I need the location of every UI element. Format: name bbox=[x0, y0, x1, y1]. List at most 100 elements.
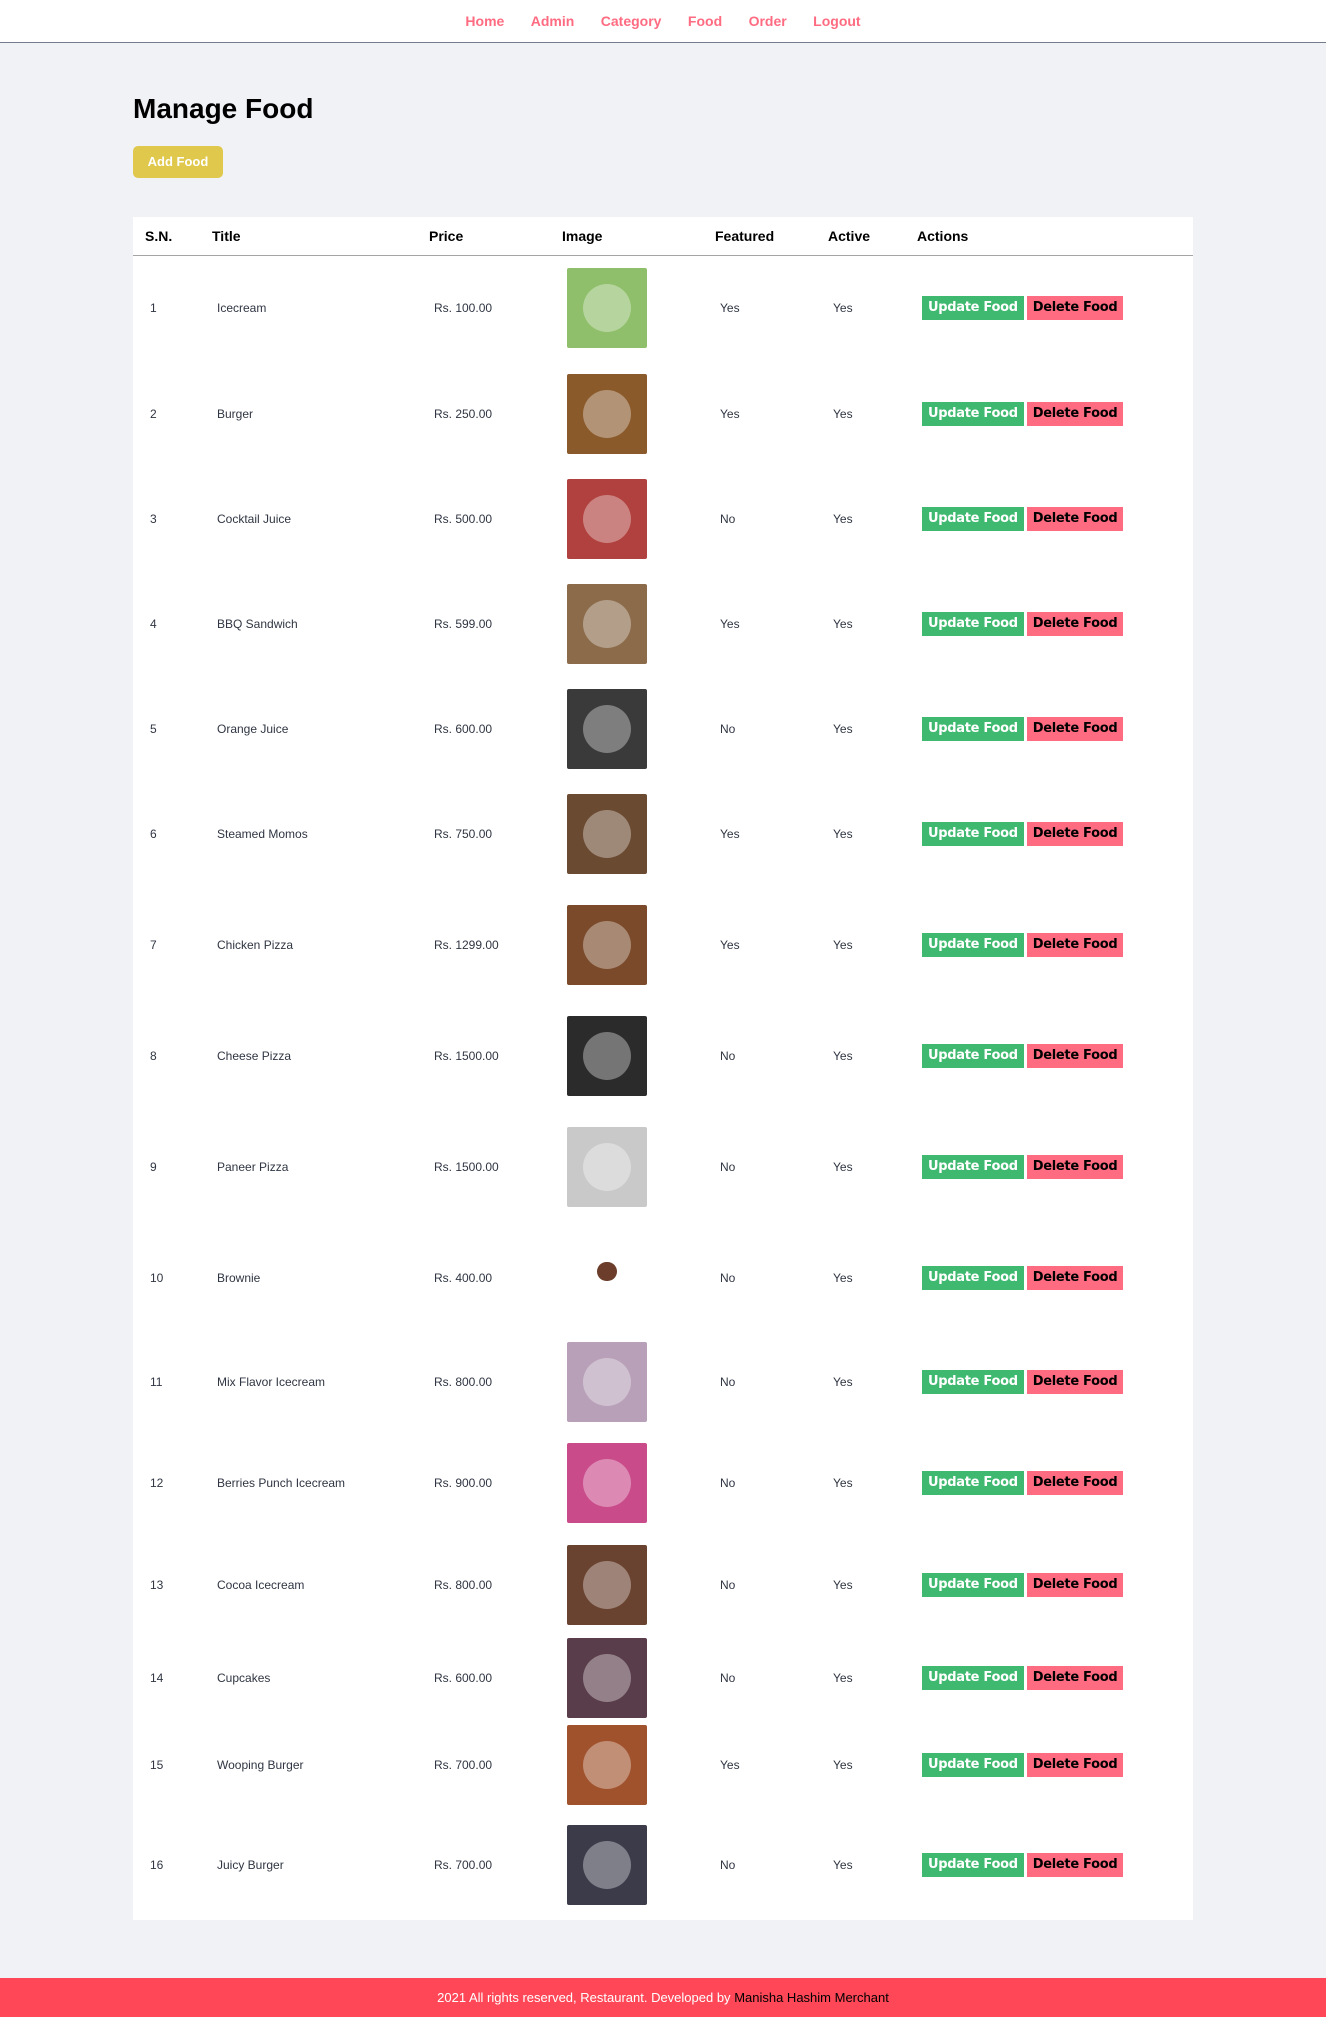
cell-sn: 2 bbox=[150, 406, 157, 421]
cell-actions: Update Food Delete Food bbox=[905, 256, 1193, 360]
update-food-button[interactable]: Update Food bbox=[922, 401, 1024, 426]
update-food-button[interactable]: Update Food bbox=[922, 1470, 1024, 1495]
cell-price: Rs. 500.00 bbox=[434, 511, 493, 526]
table-row: 9 Paneer Pizza Rs. 1500.00 No Yes Update Food… bbox=[133, 1110, 1193, 1224]
cell-image bbox=[550, 1720, 703, 1810]
update-food-button[interactable]: Update Food bbox=[922, 716, 1024, 741]
cell-active: Yes bbox=[833, 1670, 853, 1685]
cell-actions: Update Food Delete Food bbox=[905, 1110, 1193, 1224]
food-image-highlight bbox=[597, 1261, 617, 1281]
update-food-button[interactable]: Update Food bbox=[922, 1572, 1024, 1597]
update-food-button[interactable]: Update Food bbox=[922, 1043, 1024, 1068]
food-image bbox=[567, 267, 647, 348]
nav-category-link[interactable]: Category bbox=[601, 13, 662, 29]
delete-food-button[interactable]: Delete Food bbox=[1026, 295, 1124, 320]
update-food-button[interactable]: Update Food bbox=[922, 932, 1024, 957]
delete-food-button[interactable]: Delete Food bbox=[1026, 716, 1124, 741]
food-image-highlight bbox=[583, 1840, 631, 1889]
cell-title: Chicken Pizza bbox=[217, 937, 294, 952]
cell-sn: 15 bbox=[150, 1757, 164, 1772]
cell-price: Rs. 900.00 bbox=[434, 1475, 493, 1490]
cell-sn: 14 bbox=[150, 1670, 164, 1685]
cell-featured: No bbox=[720, 511, 736, 526]
delete-food-button[interactable]: Delete Food bbox=[1026, 1852, 1124, 1877]
cell-image bbox=[550, 256, 703, 360]
update-food-button[interactable]: Update Food bbox=[922, 1369, 1024, 1394]
cell-price: Rs. 600.00 bbox=[434, 721, 493, 736]
food-image bbox=[567, 1015, 647, 1096]
cell-featured: No bbox=[720, 1374, 736, 1389]
delete-food-button[interactable]: Delete Food bbox=[1026, 1665, 1124, 1690]
cell-active: Yes bbox=[833, 1374, 853, 1389]
cell-featured: No bbox=[720, 1270, 736, 1285]
footer-author-link[interactable]: Manisha Hashim Merchant bbox=[734, 1990, 889, 2005]
cell-actions: Update Food Delete Food bbox=[905, 1720, 1193, 1810]
header-price: Price bbox=[417, 217, 550, 256]
nav-list: Home Admin Category Food Order Logout bbox=[454, 0, 871, 43]
cell-sn: 1 bbox=[150, 300, 157, 315]
food-image bbox=[567, 1824, 647, 1905]
delete-food-button[interactable]: Delete Food bbox=[1026, 821, 1124, 846]
delete-food-button[interactable]: Delete Food bbox=[1026, 1154, 1124, 1179]
cell-price: Rs. 1299.00 bbox=[434, 937, 499, 952]
update-food-button[interactable]: Update Food bbox=[922, 1752, 1024, 1777]
cell-title: Cupcakes bbox=[217, 1670, 271, 1685]
cell-price: Rs. 700.00 bbox=[434, 1757, 493, 1772]
nav-food-link[interactable]: Food bbox=[688, 13, 722, 29]
food-image bbox=[567, 904, 647, 985]
cell-title: Mix Flavor Icecream bbox=[217, 1374, 326, 1389]
table-row: 13 Cocoa Icecream Rs. 800.00 No Yes Update Fo… bbox=[133, 1534, 1193, 1636]
nav-order-link[interactable]: Order bbox=[749, 13, 787, 29]
table-row: 14 Cupcakes Rs. 600.00 No Yes Update Food Dele… bbox=[133, 1636, 1193, 1720]
food-image-highlight bbox=[583, 920, 631, 969]
delete-food-button[interactable]: Delete Food bbox=[1026, 1369, 1124, 1394]
cell-sn: 5 bbox=[150, 721, 157, 736]
nav-logout-link[interactable]: Logout bbox=[813, 13, 860, 29]
food-table-container: S.N. Title Price Image Featured Active A… bbox=[133, 217, 1193, 1920]
cell-sn: 16 bbox=[150, 1857, 164, 1872]
update-food-button[interactable]: Update Food bbox=[922, 611, 1024, 636]
delete-food-button[interactable]: Delete Food bbox=[1026, 401, 1124, 426]
cell-title: Cheese Pizza bbox=[217, 1048, 292, 1063]
food-image-highlight bbox=[583, 599, 631, 648]
delete-food-button[interactable]: Delete Food bbox=[1026, 1752, 1124, 1777]
cell-active: Yes bbox=[833, 1857, 853, 1872]
delete-food-button[interactable]: Delete Food bbox=[1026, 611, 1124, 636]
food-image bbox=[567, 1237, 647, 1318]
cell-featured: Yes bbox=[720, 300, 740, 315]
food-image-highlight bbox=[583, 1142, 631, 1191]
cell-sn: 9 bbox=[150, 1159, 157, 1174]
update-food-button[interactable]: Update Food bbox=[922, 1665, 1024, 1690]
nav-admin-link[interactable]: Admin bbox=[531, 13, 575, 29]
cell-actions: Update Food Delete Food bbox=[905, 1534, 1193, 1636]
cell-featured: No bbox=[720, 1577, 736, 1592]
table-row: 15 Wooping Burger Rs. 700.00 Yes Yes Update F… bbox=[133, 1720, 1193, 1810]
delete-food-button[interactable]: Delete Food bbox=[1026, 1572, 1124, 1597]
cell-price: Rs. 1500.00 bbox=[434, 1048, 499, 1063]
cell-title: Cocktail Juice bbox=[217, 511, 292, 526]
cell-featured: No bbox=[720, 1670, 736, 1685]
delete-food-button[interactable]: Delete Food bbox=[1026, 506, 1124, 531]
update-food-button[interactable]: Update Food bbox=[922, 821, 1024, 846]
food-image-highlight bbox=[583, 809, 631, 858]
add-food-button[interactable]: Add Food bbox=[133, 146, 223, 178]
cell-featured: Yes bbox=[720, 616, 740, 631]
cell-active: Yes bbox=[833, 300, 853, 315]
update-food-button[interactable]: Update Food bbox=[922, 1852, 1024, 1877]
cell-actions: Update Food Delete Food bbox=[905, 1810, 1193, 1920]
delete-food-button[interactable]: Delete Food bbox=[1026, 1265, 1124, 1290]
delete-food-button[interactable]: Delete Food bbox=[1026, 932, 1124, 957]
delete-food-button[interactable]: Delete Food bbox=[1026, 1043, 1124, 1068]
delete-food-button[interactable]: Delete Food bbox=[1026, 1470, 1124, 1495]
update-food-button[interactable]: Update Food bbox=[922, 295, 1024, 320]
update-food-button[interactable]: Update Food bbox=[922, 1154, 1024, 1179]
cell-image bbox=[550, 468, 703, 570]
food-image bbox=[567, 1544, 647, 1625]
cell-sn: 13 bbox=[150, 1577, 164, 1592]
cell-image bbox=[550, 1636, 703, 1720]
update-food-button[interactable]: Update Food bbox=[922, 1265, 1024, 1290]
nav-home-link[interactable]: Home bbox=[465, 13, 504, 29]
update-food-button[interactable]: Update Food bbox=[922, 506, 1024, 531]
header-title: Title bbox=[200, 217, 417, 256]
cell-active: Yes bbox=[833, 1270, 853, 1285]
